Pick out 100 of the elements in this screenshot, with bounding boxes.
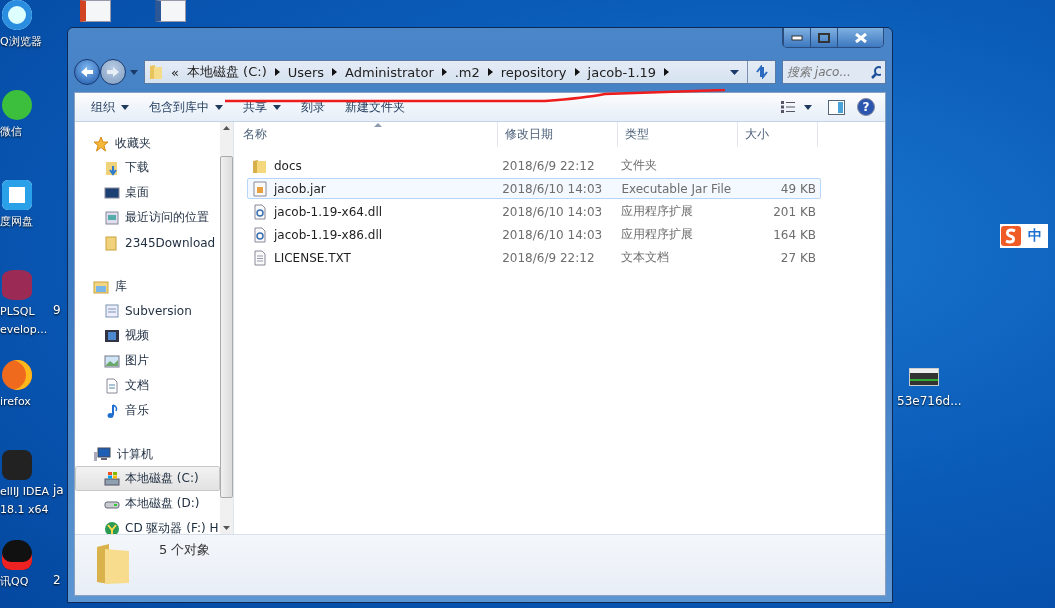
nav-item[interactable]: 视频 — [75, 323, 220, 348]
item-count: 5 个对象 — [159, 541, 211, 559]
nav-item[interactable]: 音乐 — [75, 398, 220, 423]
search-icon — [871, 65, 881, 79]
cd-icon — [104, 520, 120, 534]
folder-icon — [149, 64, 163, 80]
jar-file-icon — [252, 180, 268, 197]
file-row[interactable]: LICENSE.TXT 2018/6/9 22:12 文本文档 27 KB — [247, 247, 821, 268]
nav-group-header[interactable]: 收藏夹 — [75, 132, 220, 155]
desktop-icon-label: irefox — [0, 394, 31, 410]
toolbar-button[interactable]: 包含到库中 — [139, 98, 233, 116]
sogou-icon — [1000, 225, 1022, 247]
scrollbar[interactable] — [220, 122, 233, 534]
file-row[interactable]: jacob-1.19-x64.dll 2018/6/10 14:03 应用程序扩展 201 KB — [247, 201, 821, 222]
file-row[interactable]: jacob.jar 2018/6/10 14:03 Executable Jar File 49 KB — [247, 178, 821, 199]
nav-item[interactable]: 2345Download — [75, 230, 220, 255]
column-header[interactable]: 修改日期 — [498, 122, 618, 147]
file-name: LICENSE.TXT — [274, 250, 351, 265]
nav-group-header[interactable]: 计算机 — [75, 443, 220, 466]
svn-icon — [104, 302, 120, 319]
star-icon — [93, 135, 109, 152]
ime-mode-label[interactable]: 中 — [1028, 227, 1042, 245]
type-cell: 应用程序扩展 — [621, 203, 694, 220]
type-cell: 文件夹 — [621, 157, 658, 174]
file-row[interactable]: jacob-1.19-x86.dll 2018/6/10 14:03 应用程序扩展 164 KB — [247, 224, 821, 245]
document-icon[interactable] — [80, 0, 111, 22]
arrow-left-icon — [80, 66, 94, 78]
document-icon[interactable] — [155, 0, 186, 22]
nav-item[interactable]: 文档 — [75, 373, 220, 398]
toolbar-button[interactable]: 刻录 — [291, 98, 335, 116]
address-bar[interactable]: « 本地磁盘 (C:) Users Administrator .m2 repository jacob-1.19 — [144, 60, 776, 84]
computer-icon — [93, 447, 111, 462]
nav-item[interactable]: 最近访问的位置 — [75, 205, 220, 230]
toolbar-button[interactable]: 共享 — [233, 98, 291, 116]
caret-icon — [215, 104, 223, 110]
forward-button[interactable] — [100, 59, 126, 85]
close-icon — [853, 32, 868, 43]
desktop-icon-label: ellIJ IDEA 18.1 x64 — [0, 484, 50, 518]
nav-item[interactable]: 下载 — [75, 155, 220, 180]
download-icon — [104, 159, 120, 176]
preview-pane-icon — [828, 99, 845, 115]
chevron-right-icon[interactable] — [441, 68, 447, 76]
breadcrumb-item[interactable]: 本地磁盘 (C:) — [186, 63, 267, 81]
date-cell: 2018/6/10 14:03 — [502, 181, 603, 196]
type-cell: 应用程序扩展 — [621, 226, 694, 243]
dll-file-icon — [252, 203, 268, 220]
folder-icon — [95, 543, 131, 585]
close-button[interactable] — [837, 28, 883, 47]
breadcrumb-item[interactable]: .m2 — [454, 64, 480, 80]
breadcrumb-item[interactable]: Administrator — [345, 64, 434, 80]
ime-toolbar[interactable]: 中 — [1000, 224, 1048, 248]
breadcrumb-item[interactable]: jacob-1.19 — [587, 64, 657, 80]
desktop-icon-label: 53e716d... — [897, 394, 962, 408]
folder-icon — [252, 157, 268, 174]
desktop-icon-label: 度网盘 — [0, 214, 33, 230]
music-icon — [104, 402, 120, 419]
type-cell: Executable Jar File — [621, 181, 732, 196]
nav-item[interactable]: 本地磁盘 (D:) — [75, 491, 220, 516]
nav-item[interactable]: 桌面 — [75, 180, 220, 205]
screenshot-icon[interactable] — [909, 368, 939, 386]
chevron-right-icon[interactable] — [487, 68, 493, 76]
nav-item[interactable]: Subversion — [75, 298, 220, 323]
chevron-right-icon[interactable] — [664, 68, 670, 76]
column-header[interactable]: 类型 — [618, 122, 738, 147]
document-icon — [104, 377, 120, 394]
file-name: jacob-1.19-x86.dll — [274, 227, 383, 242]
toolbar-button[interactable]: 新建文件夹 — [335, 98, 415, 116]
arrow-right-icon — [106, 66, 120, 78]
scroll-up-icon[interactable] — [223, 126, 230, 130]
refresh-icon — [754, 65, 769, 79]
nav-item[interactable]: 本地磁盘 (C:) — [75, 466, 220, 491]
back-button[interactable] — [74, 59, 100, 85]
column-header[interactable]: 大小 — [738, 122, 818, 147]
scroll-down-icon[interactable] — [223, 526, 230, 530]
chevron-right-icon[interactable] — [574, 68, 580, 76]
breadcrumb-item[interactable]: « — [171, 64, 179, 80]
chevron-right-icon[interactable] — [332, 68, 338, 76]
search-field[interactable]: 搜索 jaco... — [782, 60, 886, 84]
file-name: jacob-1.19-x64.dll — [274, 204, 383, 219]
date-cell: 2018/6/10 14:03 — [502, 227, 603, 242]
nav-group-header[interactable]: 库 — [75, 275, 220, 298]
minimize-button[interactable] — [783, 28, 810, 47]
breadcrumb-item[interactable]: repository — [500, 64, 567, 80]
desktop-icon-label: 讯QQ — [0, 574, 29, 590]
maximize-button[interactable] — [810, 28, 837, 47]
help-button[interactable]: ? — [857, 98, 875, 116]
desktop-icon-label: Q浏览器 — [0, 34, 42, 50]
desktop-icon-label: 微信 — [0, 124, 22, 140]
list-view-icon — [780, 100, 796, 114]
file-row[interactable]: docs 2018/6/9 22:12 文件夹 — [247, 155, 821, 176]
caret-icon — [804, 104, 812, 110]
size-cell: 27 KB — [780, 250, 816, 265]
nav-item[interactable]: 图片 — [75, 348, 220, 373]
caret-icon[interactable] — [730, 69, 739, 75]
nav-item[interactable]: CD 驱动器 (F:) H — [75, 516, 220, 534]
size-cell: 164 KB — [773, 227, 816, 242]
breadcrumb-item[interactable]: Users — [287, 64, 325, 80]
drive-icon — [104, 470, 120, 487]
toolbar-button[interactable]: 组织 — [81, 98, 139, 116]
chevron-right-icon[interactable] — [274, 68, 280, 76]
